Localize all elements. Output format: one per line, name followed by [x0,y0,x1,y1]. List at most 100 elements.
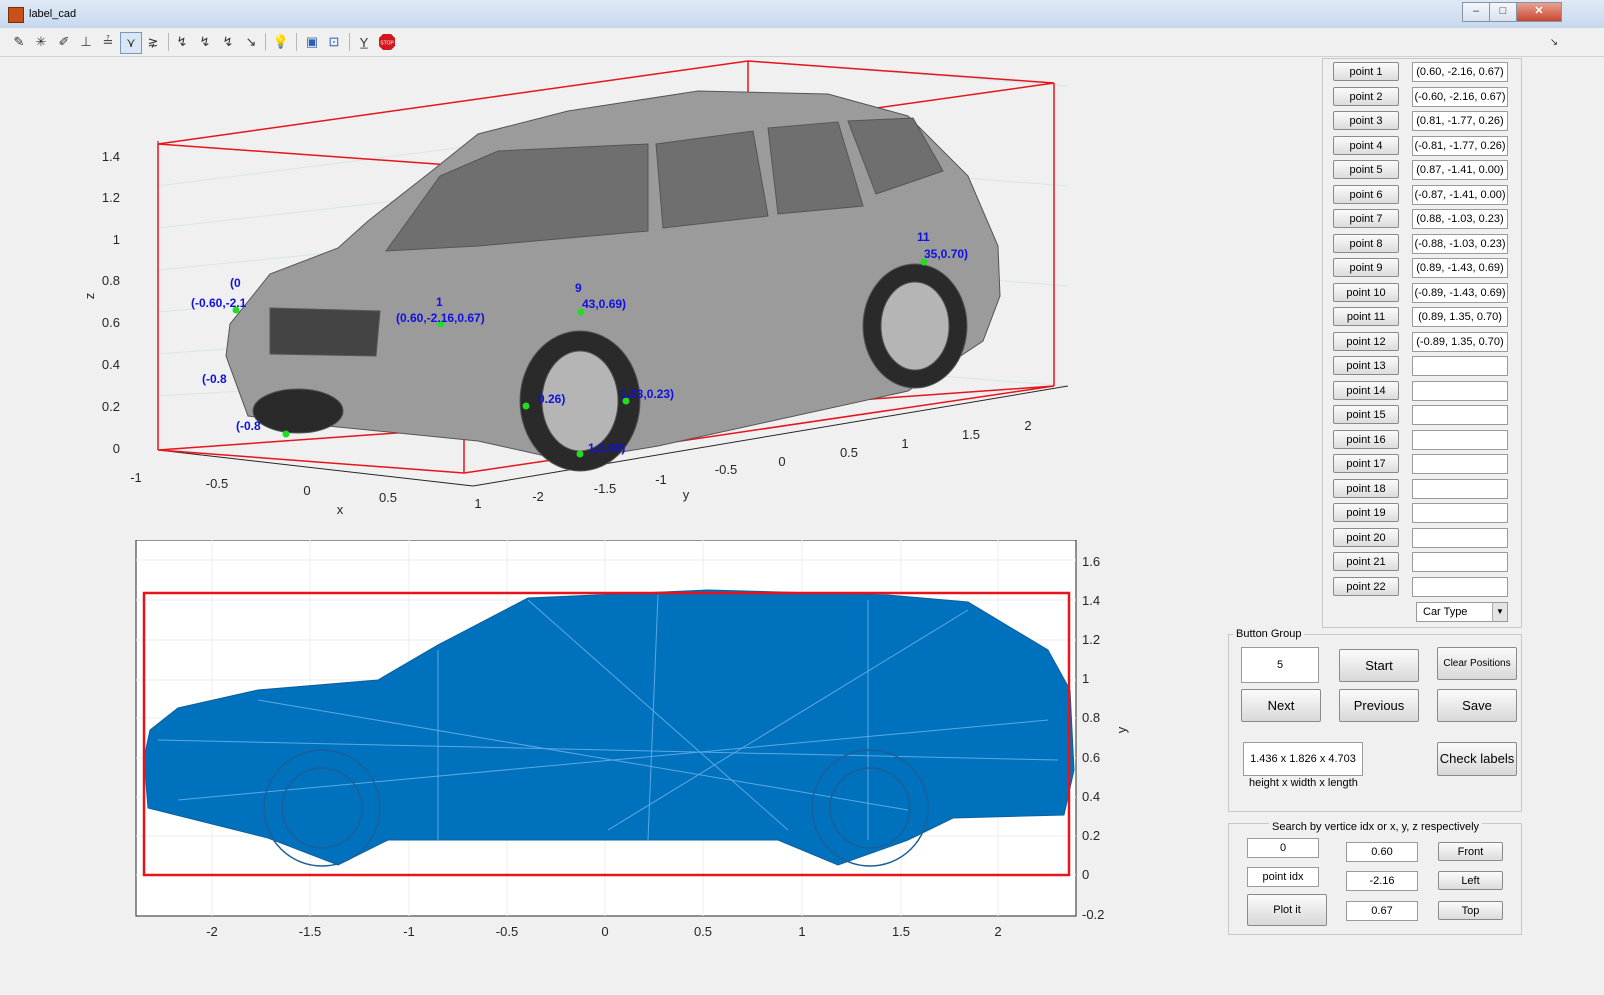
window-title: label_cad [29,8,77,20]
point-value-field[interactable]: (-0.81, -1.77, 0.26) [1412,135,1508,156]
point-button[interactable]: point 6 [1333,184,1399,204]
insert-colorbar-icon[interactable]: ≟ [98,32,118,52]
point-button[interactable]: point 16 [1333,429,1399,449]
point-label-a: (0 [230,276,241,290]
point-button[interactable]: point 2 [1333,86,1399,106]
edit-plot-icon[interactable]: ✎ [9,32,29,52]
check-labels-button[interactable]: Check labels [1437,742,1517,776]
point-button[interactable]: point 10 [1333,282,1399,302]
point-button[interactable]: point 1 [1333,62,1399,81]
point-value-field[interactable] [1412,527,1508,548]
dimensions-field: 1.436 x 1.826 x 4.703 [1243,742,1363,776]
top-button[interactable]: Top [1438,901,1503,920]
point-value-field[interactable] [1412,429,1508,450]
brush-icon[interactable]: ✐ [54,32,74,52]
point-value-field[interactable]: (-0.60, -2.16, 0.67) [1412,86,1508,107]
link-icon[interactable]: ⊥ [76,32,96,52]
point-button[interactable]: point 17 [1333,454,1399,473]
point-button[interactable]: point 22 [1333,576,1399,596]
pan-icon[interactable]: ⋧ [143,32,163,52]
point-button[interactable]: point 11 [1333,307,1399,326]
svg-text:0.4: 0.4 [1082,789,1100,804]
plot-tools-icon[interactable]: Y̲ [354,32,374,52]
point-value-field[interactable] [1412,478,1508,499]
data-cursor-icon[interactable]: ✳ [31,32,51,52]
start-button[interactable]: Start [1339,649,1419,682]
svg-text:0.8: 0.8 [102,273,120,288]
point-value-field[interactable]: (0.87, -1.41, 0.00) [1412,160,1508,180]
svg-text:-0.5: -0.5 [496,924,518,939]
maximize-button[interactable]: □ [1489,2,1517,22]
axis-icon[interactable]: ⊡ [324,32,344,52]
point-value-field[interactable]: (0.81, -1.77, 0.26) [1412,111,1508,131]
figure-toolbar: ✎ ✳ ✐ ⊥ ≟ ⋎ ⋧ ↯ ↯ ↯ ↘ 💡 ▣ ⊡ Y̲ STOP ↘ [0,28,1604,57]
svg-text:0.2: 0.2 [1082,828,1100,843]
stop-icon[interactable]: STOP [377,32,397,52]
save-button[interactable]: Save [1437,689,1517,722]
point-value-field[interactable] [1412,503,1508,523]
point-button[interactable]: point 3 [1333,111,1399,130]
y-field[interactable]: -2.16 [1346,871,1418,891]
point-value-field[interactable] [1412,576,1508,597]
point-button[interactable]: point 7 [1333,209,1399,228]
point-value-field[interactable]: (-0.87, -1.41, 0.00) [1412,184,1508,205]
point-value-field[interactable] [1412,454,1508,474]
svg-text:1.2: 1.2 [1082,632,1100,647]
car-2d-axes[interactable]: -2 -1.5 -1 -0.5 0 0.5 1 1.5 2 -0.2 0 0.2… [8,540,1168,950]
front-button[interactable]: Front [1438,842,1503,861]
car-3d-axes[interactable]: 1 (0.60,-2.16,0.67) 9 43,0.69) 11 35,0.7… [8,56,1298,526]
point-value-field[interactable] [1412,552,1508,572]
point-value-field[interactable] [1412,380,1508,401]
point-button[interactable]: point 19 [1333,503,1399,522]
svg-text:-1: -1 [403,924,415,939]
clear-positions-button[interactable]: Clear Positions [1437,647,1517,680]
point-value-field[interactable] [1412,405,1508,425]
point-button[interactable]: point 21 [1333,552,1399,571]
point-value-field[interactable]: (-0.89, 1.35, 0.70) [1412,331,1508,352]
point-button[interactable]: point 15 [1333,405,1399,424]
point-value-field[interactable]: (0.88, -1.03, 0.23) [1412,209,1508,229]
plot-it-button[interactable]: Plot it [1247,894,1327,926]
dimensions-caption: height x width x length [1249,777,1358,789]
light-icon[interactable]: 💡 [271,32,291,52]
x-ticks: -1 -0.5 0 0.5 1 [130,470,481,511]
left-button[interactable]: Left [1438,871,1503,890]
point-button[interactable]: point 8 [1333,233,1399,253]
point-value-field[interactable]: (-0.88, -1.03, 0.23) [1412,233,1508,254]
vertex-index-field[interactable]: 0 [1247,838,1319,858]
zoom-in-icon[interactable]: ↯ [172,32,192,52]
point-value-field[interactable]: (0.60, -2.16, 0.67) [1412,62,1508,82]
point-button[interactable]: point 14 [1333,380,1399,400]
rotate-icon[interactable]: ↯ [218,32,238,52]
close-button[interactable]: ✕ [1516,2,1562,22]
point-button[interactable]: point 13 [1333,356,1399,375]
z-axis-label: z [82,293,97,300]
index-field[interactable]: 5 [1241,647,1319,683]
point-button[interactable]: point 9 [1333,258,1399,277]
previous-button[interactable]: Previous [1339,689,1419,722]
point-value-field[interactable]: (0.89, -1.43, 0.69) [1412,258,1508,278]
point-button[interactable]: point 20 [1333,527,1399,547]
dock-arrow-icon[interactable]: ↘ [1544,32,1564,52]
z-field[interactable]: 0.67 [1346,901,1418,921]
minimize-button[interactable]: – [1462,2,1490,22]
camera-icon[interactable]: ▣ [302,32,322,52]
point-button[interactable]: point 12 [1333,331,1399,351]
point-button[interactable]: point 5 [1333,160,1399,179]
x-field[interactable]: 0.60 [1346,842,1418,862]
point-button[interactable]: point 18 [1333,478,1399,498]
point-value-field[interactable]: (0.89, 1.35, 0.70) [1412,307,1508,327]
toolbar-separator [168,33,169,51]
chevron-down-icon[interactable]: ▼ [1492,603,1507,621]
point-value-field[interactable]: (-0.89, -1.43, 0.69) [1412,282,1508,303]
point-idx-field[interactable]: point idx [1247,867,1319,887]
insert-legend-icon[interactable]: ⋎ [120,32,142,54]
point-button[interactable]: point 4 [1333,135,1399,155]
data-tip-icon[interactable]: ↘ [241,32,261,52]
next-button[interactable]: Next [1241,689,1321,722]
point-value-field[interactable] [1412,356,1508,376]
car-type-select[interactable]: Car Type ▼ [1416,602,1508,622]
car-model [225,90,1001,472]
svg-text:2: 2 [1024,418,1031,433]
zoom-out-icon[interactable]: ↯ [195,32,215,52]
